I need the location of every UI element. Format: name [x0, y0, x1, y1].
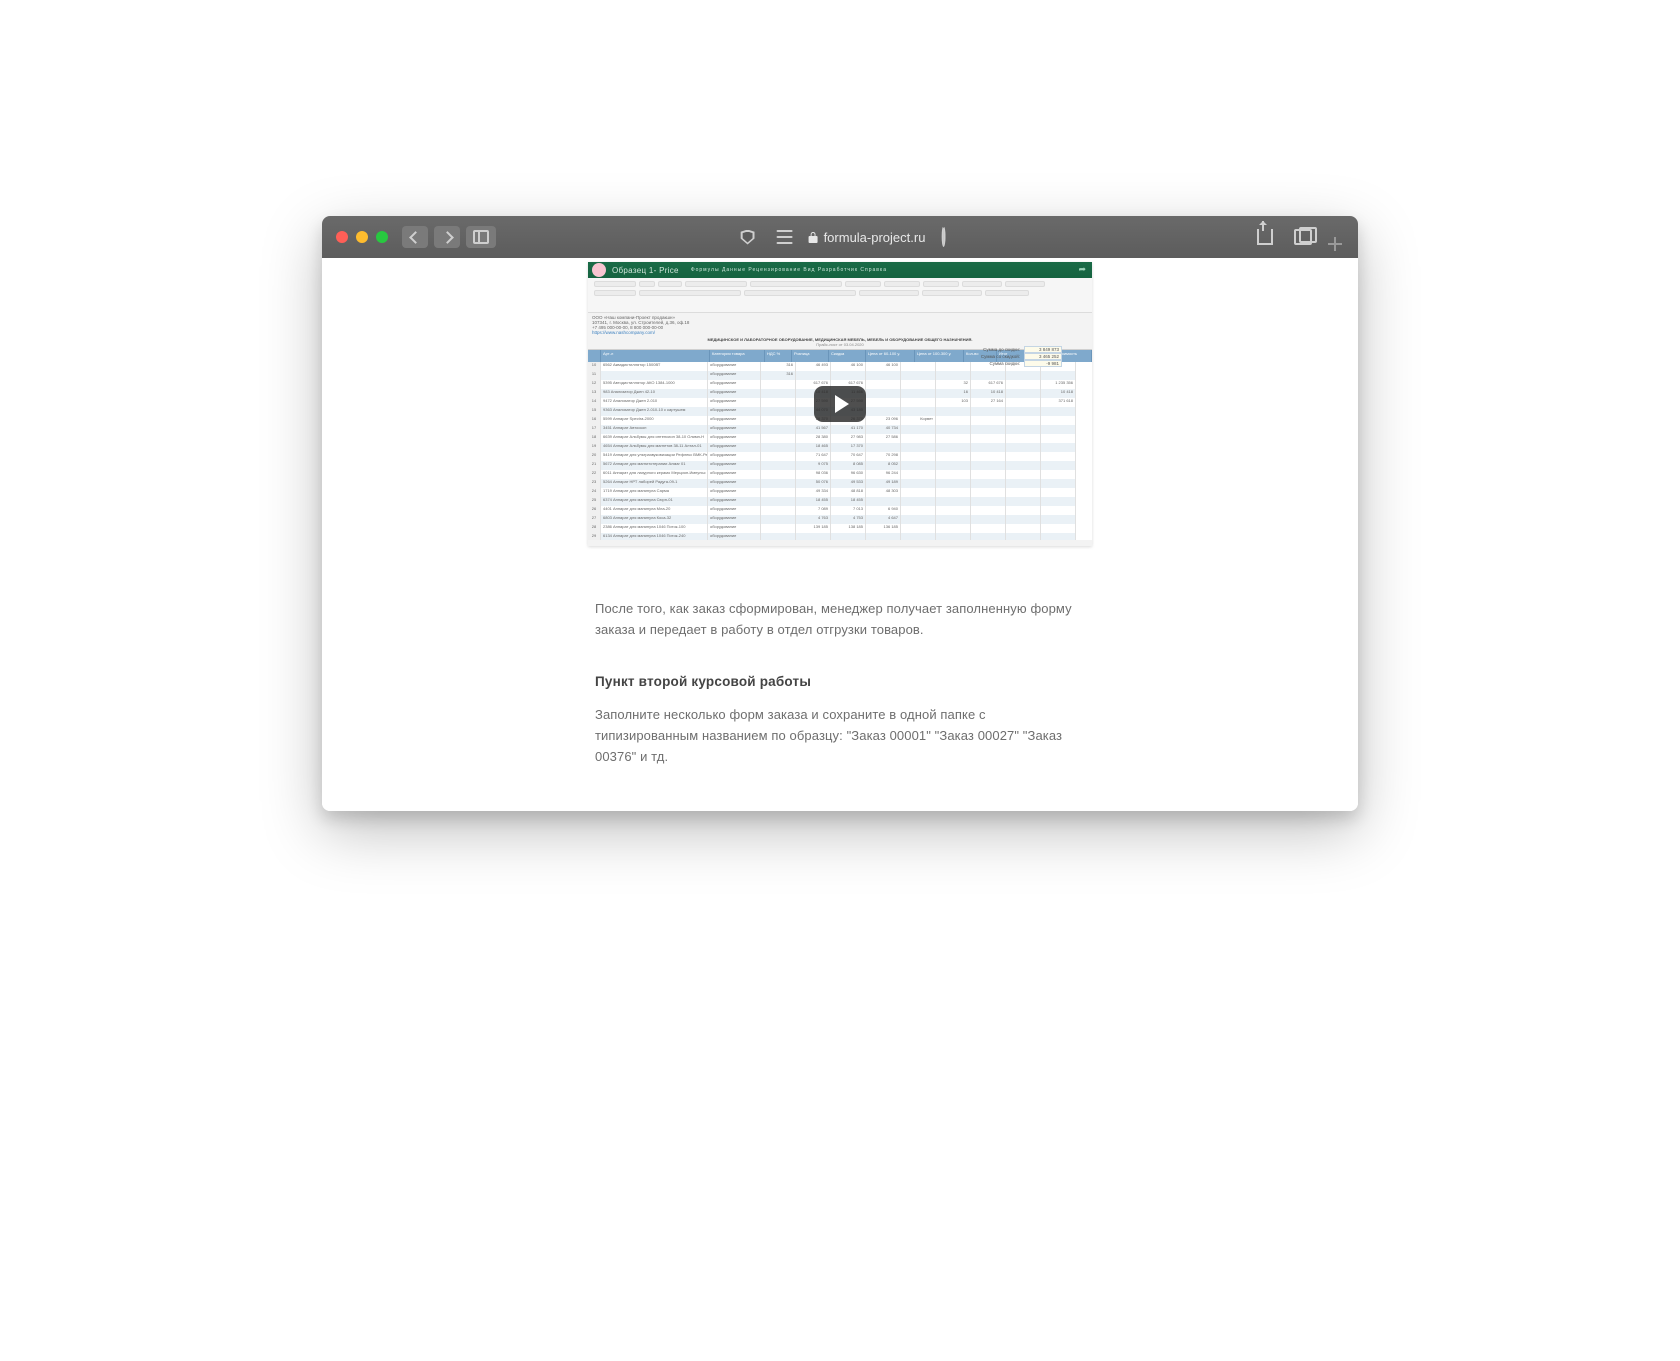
- tabs-button[interactable]: [1290, 226, 1316, 248]
- recording-avatar-icon: [592, 263, 606, 277]
- company-info: ООО «Наш компани-Проект продакшн» 107341…: [588, 313, 1092, 349]
- excel-table: Арт-лКатегория товараНДС %РозницаСкидкаЦ…: [588, 349, 1092, 540]
- minimize-window-button[interactable]: [356, 231, 368, 243]
- safari-window: formula-project.ru Образец 1- Price Форм…: [322, 216, 1358, 811]
- forward-button[interactable]: [434, 226, 460, 248]
- table-row: 276803 Аппарат для манипула Коса-32обору…: [588, 515, 1092, 524]
- table-row: 215672 Аппарат для магнитотерапии Алмаг …: [588, 461, 1092, 470]
- sum-l2-label: Сумма со скидкой:: [981, 354, 1020, 359]
- article-heading: Пункт второй курсовой работы: [595, 671, 1085, 693]
- company-link: https://www.nashcompany.com/: [592, 330, 1088, 335]
- table-row: 186639 Аппарат Альбумы для интенсион 38-…: [588, 434, 1092, 443]
- table-row: 264401 Аппарат для манипула Мла-20оборуд…: [588, 506, 1092, 515]
- excel-menu: Формулы Данные Рецензирование Вид Разраб…: [691, 267, 887, 273]
- page-content: Образец 1- Price Формулы Данные Рецензир…: [322, 258, 1358, 811]
- refresh-button[interactable]: [941, 228, 945, 246]
- table-row: 282386 Аппарат для манипула 1046 Поток-1…: [588, 524, 1092, 533]
- reader-button[interactable]: [777, 230, 793, 244]
- video-embed: Образец 1- Price Формулы Данные Рецензир…: [588, 262, 1092, 546]
- excel-titlebar: Образец 1- Price Формулы Данные Рецензир…: [588, 262, 1092, 278]
- address-bar[interactable]: formula-project.ru: [809, 230, 926, 245]
- sum-l1-label: Сумма до скидки:: [983, 347, 1020, 352]
- share-button[interactable]: [1252, 226, 1278, 248]
- titlebar: formula-project.ru: [322, 216, 1358, 258]
- lock-icon: [809, 232, 818, 243]
- table-row: 241719 Аппарат для манипула Сармаоборудо…: [588, 488, 1092, 497]
- table-row: 11 оборудование316: [588, 371, 1092, 380]
- sum-l2-val: 3 465 252: [1024, 353, 1062, 360]
- summary-box: Сумма до скидки: 3 849 873 Сумма со скидк…: [981, 346, 1062, 367]
- table-row: 173451 Аппарат Автоскопоборудование41 56…: [588, 425, 1092, 434]
- back-button[interactable]: [402, 226, 428, 248]
- table-row: 226011 Аппарат для лазурного керамо Мерц…: [588, 470, 1092, 479]
- nav-buttons: [402, 226, 496, 248]
- article-p2: Заполните несколько форм заказа и сохран…: [595, 705, 1085, 767]
- excel-doc-title: Образец 1- Price: [612, 266, 679, 275]
- table-row: 205419 Аппарат для ультразвуковизации Ре…: [588, 452, 1092, 461]
- privacy-shield-button[interactable]: [735, 226, 761, 248]
- table-row: 194654 Аппарат Альбумы для магнетов 38-1…: [588, 443, 1092, 452]
- article-text: После того, как заказ сформирован, менед…: [595, 586, 1085, 781]
- close-window-button[interactable]: [336, 231, 348, 243]
- table-row: 235264 Аппарат НРТ лаборей Радуга-09-1об…: [588, 479, 1092, 488]
- sum-l3-label: Сумма скидки:: [990, 361, 1020, 366]
- sum-l3-val: -9 981: [1024, 360, 1062, 367]
- sum-l1-val: 3 849 873: [1024, 346, 1062, 353]
- excel-ribbon: [588, 278, 1092, 313]
- sidebar-toggle[interactable]: [466, 226, 496, 248]
- excel-share-arrow-icon: ➦: [1078, 264, 1086, 275]
- video-play-button[interactable]: [814, 386, 866, 422]
- article-p1: После того, как заказ сформирован, менед…: [595, 599, 1085, 641]
- table-row: 296134 Аппарат для манипула 1046 Поток-2…: [588, 533, 1092, 540]
- url-host-text: formula-project.ru: [824, 230, 926, 245]
- maximize-window-button[interactable]: [376, 231, 388, 243]
- table-row: 256374 Аппарат для манипула Сюрп-01обору…: [588, 497, 1092, 506]
- traffic-lights: [322, 231, 388, 243]
